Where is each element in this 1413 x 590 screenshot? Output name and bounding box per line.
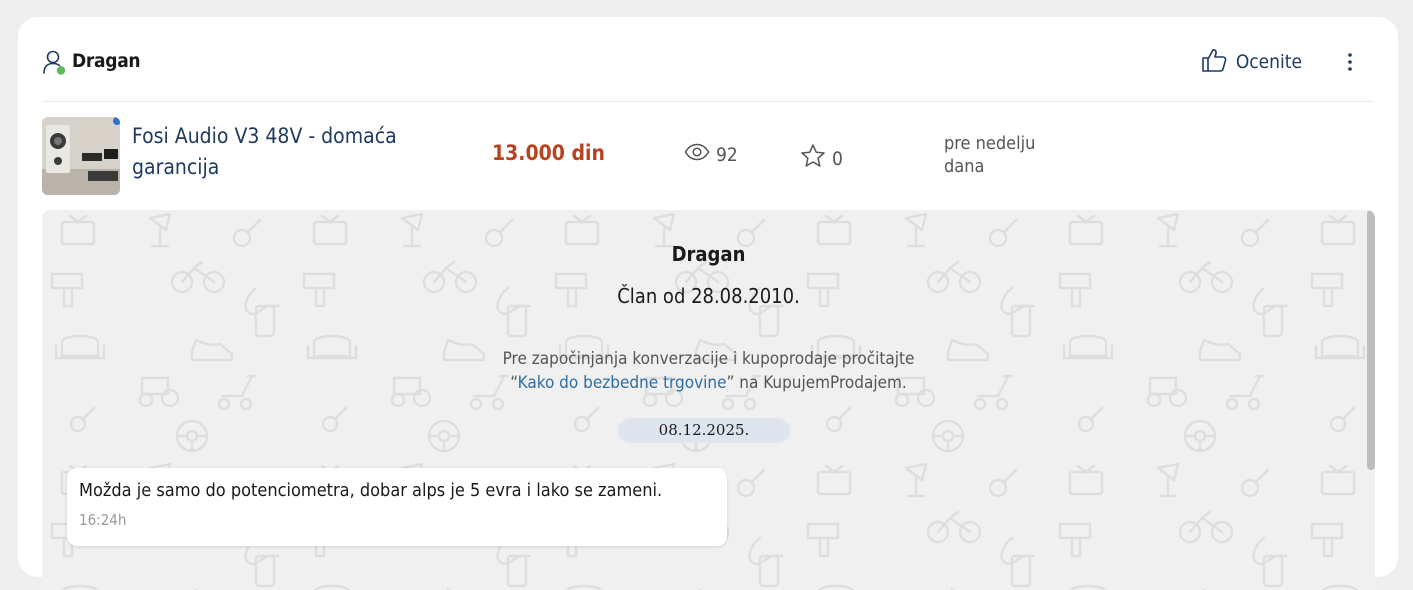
rate-button[interactable]: Ocenite bbox=[1200, 47, 1302, 77]
safety-notice-suffix: ” na KupujemProdajem. bbox=[726, 373, 907, 393]
message-text: Možda je samo do potenciometra, dobar al… bbox=[79, 480, 663, 501]
member-since: Član od 28.08.2010. bbox=[617, 284, 800, 308]
views-value: 92 bbox=[716, 143, 738, 166]
message-time: 16:24h bbox=[79, 511, 127, 529]
quote-open: “ bbox=[510, 373, 518, 393]
eye-icon bbox=[684, 143, 710, 166]
star-icon[interactable] bbox=[800, 143, 826, 174]
favorites-count: 0 bbox=[800, 143, 843, 174]
safety-notice: Pre započinjanja konverzacije i kupoprod… bbox=[42, 347, 1375, 395]
conversation-card: Dragan Ocenite Fosi Audio V3 48V - domać… bbox=[18, 17, 1398, 590]
safety-notice-text: Pre započinjanja konverzacije i kupoprod… bbox=[502, 349, 915, 369]
safe-trading-link[interactable]: Kako do bezbedne trgovine bbox=[518, 373, 727, 393]
ad-title-link[interactable]: Fosi Audio V3 48V - domaća garancija bbox=[132, 121, 452, 183]
favorites-value: 0 bbox=[832, 147, 843, 170]
user-icon bbox=[42, 49, 66, 75]
message-bubble[interactable]: Možda je samo do potenciometra, dobar al… bbox=[67, 468, 727, 546]
header-divider bbox=[42, 101, 1374, 102]
more-vertical-icon[interactable] bbox=[1342, 49, 1358, 75]
chat-panel[interactable]: Dragan Član od 28.08.2010. Pre započinja… bbox=[42, 210, 1375, 590]
user-name[interactable]: Dragan bbox=[72, 50, 141, 72]
ad-price: 13.000 din bbox=[492, 141, 605, 165]
views-count: 92 bbox=[684, 143, 738, 166]
posted-time: pre nedelju dana bbox=[944, 133, 1036, 177]
thumbs-up-icon bbox=[1200, 46, 1228, 78]
rate-label: Ocenite bbox=[1235, 51, 1302, 73]
date-separator: 08.12.2025. bbox=[618, 418, 790, 443]
ad-thumbnail[interactable] bbox=[42, 117, 120, 195]
conversation-header: Dragan Ocenite bbox=[42, 47, 1374, 77]
chat-user-name: Dragan bbox=[671, 242, 746, 266]
